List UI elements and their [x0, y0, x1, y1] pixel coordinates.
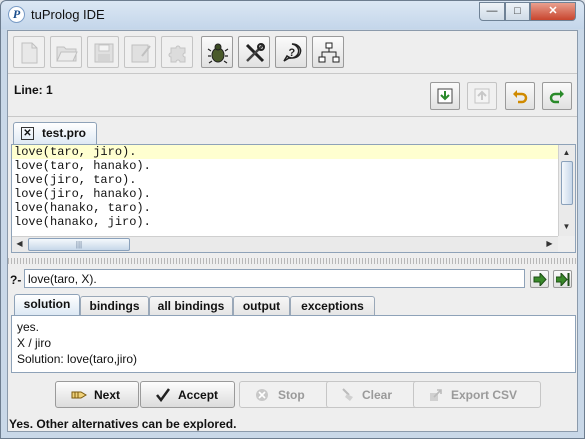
vertical-scroll-thumb[interactable]: [561, 161, 573, 205]
open-file-button[interactable]: [50, 36, 82, 68]
settings-tools-button[interactable]: [238, 36, 270, 68]
stop-icon: [256, 389, 268, 401]
download-arrow-icon: [437, 88, 453, 104]
query-prompt-label: ?-: [10, 273, 22, 287]
upload-arrow-icon: [474, 88, 490, 104]
code-line: love(jiro, taro).: [14, 173, 137, 187]
clear-label: Clear: [362, 388, 393, 402]
solution-panel[interactable]: yes. X / jiro Solution: love(taro,jiro): [11, 315, 576, 373]
scroll-corner: [558, 236, 575, 252]
next-hand-icon: [71, 391, 87, 399]
tools-icon: [245, 43, 265, 63]
export-icon: [430, 389, 442, 401]
line-indicator: Line: 1: [14, 83, 53, 97]
solve-button[interactable]: [530, 270, 549, 288]
stop-label: Stop: [278, 388, 305, 402]
code-line: love(jiro, hanako).: [14, 187, 151, 201]
check-icon: [156, 388, 170, 402]
theory-button[interactable]: [161, 36, 193, 68]
main-panel: ? Line: 1 ✕ test.pro love(taro, jiro). l…: [7, 30, 578, 432]
next-label: Next: [94, 388, 121, 402]
tab-exceptions[interactable]: exceptions: [290, 296, 375, 316]
clear-button[interactable]: Clear: [326, 381, 419, 408]
toolbar: ?: [8, 31, 577, 74]
vertical-scrollbar[interactable]: ▲ ▼: [558, 145, 575, 236]
accept-button[interactable]: Accept: [140, 381, 235, 408]
line-bar: Line: 1: [8, 75, 577, 117]
query-input[interactable]: [24, 269, 525, 288]
tab-solution[interactable]: solution: [14, 294, 80, 316]
load-down-button[interactable]: [430, 82, 460, 110]
undo-button[interactable]: [505, 82, 535, 110]
scroll-right-icon[interactable]: ▶: [542, 237, 557, 251]
save-file-button[interactable]: [87, 36, 119, 68]
solution-line: yes.: [17, 320, 40, 334]
solve-arrow-icon: [533, 273, 547, 286]
scroll-up-icon[interactable]: ▲: [559, 146, 574, 160]
tuprolog-logo-icon: P: [8, 6, 25, 23]
code-line: love(taro, hanako).: [14, 159, 151, 173]
svg-text:?: ?: [289, 47, 296, 59]
scroll-left-icon[interactable]: ◀: [12, 237, 27, 251]
redo-arrow-icon: [549, 90, 564, 104]
network-icon: [318, 42, 340, 63]
new-file-icon: [21, 42, 38, 64]
help-icon: ?: [283, 43, 302, 62]
solve-all-button[interactable]: [553, 270, 572, 288]
code-line: love(hanako, jiro).: [14, 215, 151, 229]
redo-button[interactable]: [542, 82, 572, 110]
debug-bug-icon: [207, 43, 229, 64]
maximize-button[interactable]: □: [505, 2, 530, 21]
code-editor[interactable]: love(taro, jiro). love(taro, hanako). lo…: [11, 144, 576, 253]
save-icon: [94, 43, 114, 63]
code-line: love(taro, jiro).: [12, 145, 558, 159]
close-tab-icon[interactable]: ✕: [21, 127, 34, 140]
save-as-icon: [131, 44, 151, 63]
solution-line: X / jiro: [17, 336, 52, 350]
tree-view-button[interactable]: [312, 36, 344, 68]
debug-button[interactable]: [201, 36, 233, 68]
save-as-button[interactable]: [124, 36, 156, 68]
title-bar[interactable]: P tuProlog IDE — □ ✕: [1, 1, 584, 29]
window-title: tuProlog IDE: [31, 7, 105, 22]
tab-all-bindings[interactable]: all bindings: [149, 296, 233, 316]
result-tabs: solution bindings all bindings output ex…: [11, 294, 576, 316]
puzzle-icon: [168, 45, 186, 63]
file-tab-test-pro[interactable]: ✕ test.pro: [13, 122, 97, 144]
accept-label: Accept: [178, 388, 219, 402]
stop-button[interactable]: Stop: [239, 381, 333, 408]
undo-arrow-icon: [513, 90, 528, 104]
solve-all-arrow-icon: [556, 273, 570, 286]
scroll-down-icon[interactable]: ▼: [559, 220, 574, 234]
broom-icon: [342, 388, 353, 401]
status-bar: Yes. Other alternatives can be explored.: [9, 417, 237, 431]
export-csv-button[interactable]: Export CSV: [413, 381, 541, 408]
tab-bindings[interactable]: bindings: [80, 296, 149, 316]
export-csv-label: Export CSV: [451, 388, 518, 402]
minimize-button[interactable]: —: [479, 2, 505, 21]
code-line: love(hanako, taro).: [14, 201, 151, 215]
disabled-nav-button[interactable]: [467, 82, 497, 110]
code-area[interactable]: love(taro, jiro). love(taro, hanako). lo…: [12, 145, 558, 236]
new-file-button[interactable]: [13, 36, 45, 68]
open-folder-icon: [56, 46, 78, 62]
ide-window: P tuProlog IDE — □ ✕ ? Line: 1 ✕ test.pr…: [0, 0, 585, 439]
next-button[interactable]: Next: [55, 381, 139, 408]
help-button[interactable]: ?: [275, 36, 307, 68]
close-window-button[interactable]: ✕: [530, 2, 576, 21]
split-pane-divider[interactable]: [8, 258, 577, 264]
solution-line: Solution: love(taro,jiro): [17, 352, 138, 366]
horizontal-scroll-thumb[interactable]: |||: [28, 238, 130, 251]
tab-output[interactable]: output: [233, 296, 290, 316]
file-tab-label: test.pro: [42, 126, 87, 140]
horizontal-scrollbar[interactable]: ◀ ||| ▶: [12, 236, 558, 252]
